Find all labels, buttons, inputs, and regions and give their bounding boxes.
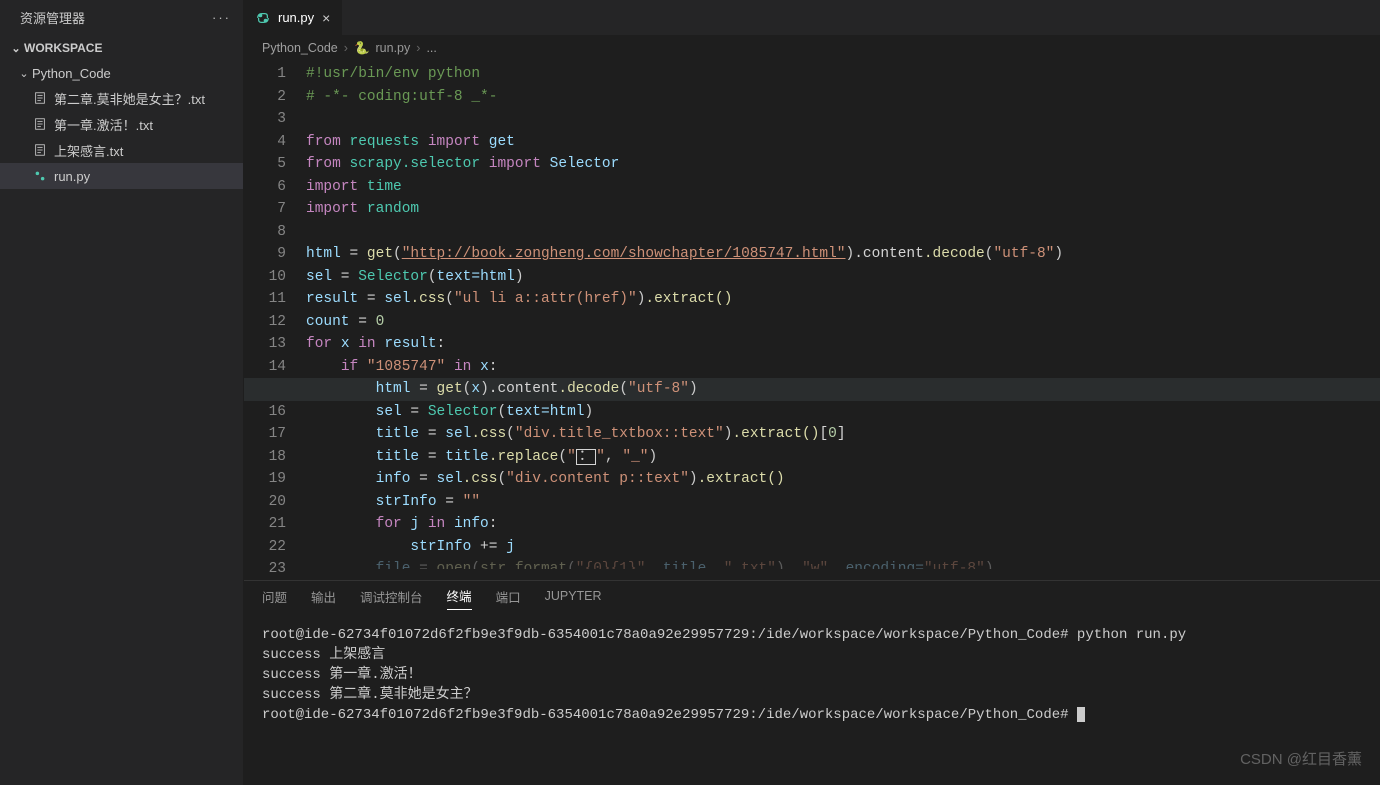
breadcrumb[interactable]: Python_Code › 🐍 run.py › ...: [244, 35, 1380, 61]
tab-label: run.py: [278, 10, 314, 25]
folder-label: Python_Code: [32, 66, 111, 81]
more-actions-icon[interactable]: ···: [212, 10, 231, 25]
text-file-icon: [32, 143, 48, 157]
bottom-panel: 问题 输出 调试控制台 终端 端口 JUPYTER root@ide-62734…: [244, 580, 1380, 785]
file-label: 上架感言.txt: [54, 141, 123, 160]
file-item[interactable]: 第一章.激活！.txt: [0, 111, 243, 137]
tab-problems[interactable]: 问题: [262, 587, 287, 610]
tab-output[interactable]: 输出: [311, 587, 336, 610]
tab-ports[interactable]: 端口: [496, 587, 521, 610]
tab-terminal[interactable]: 终端: [447, 586, 472, 610]
breadcrumb-item[interactable]: run.py: [376, 41, 411, 55]
main-area: run.py × Python_Code › 🐍 run.py › ... 12…: [244, 0, 1380, 785]
tab-jupyter[interactable]: JUPYTER: [545, 589, 602, 607]
file-item[interactable]: 上架感言.txt: [0, 137, 243, 163]
python-file-icon: 🐍: [354, 41, 370, 56]
file-label: 第二章.莫非她是女主？.txt: [54, 89, 205, 108]
folder-python-code[interactable]: ⌄ Python_Code: [0, 61, 243, 85]
editor-tabs: run.py ×: [244, 0, 1380, 35]
code-editor[interactable]: 1234567891011121314151617181920212223 #!…: [244, 61, 1380, 580]
line-number-gutter: 1234567891011121314151617181920212223: [244, 61, 304, 580]
chevron-right-icon: ›: [344, 41, 348, 55]
explorer-sidebar: 资源管理器 ··· ⌄ WORKSPACE ⌄ Python_Code 第二章.…: [0, 0, 244, 785]
python-file-icon: [32, 169, 48, 183]
text-file-icon: [32, 91, 48, 105]
python-file-icon: [256, 11, 270, 25]
breadcrumb-item[interactable]: Python_Code: [262, 41, 338, 55]
file-label: run.py: [54, 169, 90, 184]
file-item[interactable]: 第二章.莫非她是女主？.txt: [0, 85, 243, 111]
file-label: 第一章.激活！.txt: [54, 115, 153, 134]
close-icon[interactable]: ×: [322, 10, 330, 26]
file-item[interactable]: run.py: [0, 163, 243, 189]
explorer-title-row: 资源管理器 ···: [0, 0, 243, 35]
text-file-icon: [32, 117, 48, 131]
breadcrumb-item[interactable]: ...: [426, 41, 436, 55]
workspace-section[interactable]: ⌄ WORKSPACE: [0, 35, 243, 61]
tab-run-py[interactable]: run.py ×: [244, 0, 343, 35]
tab-debug-console[interactable]: 调试控制台: [360, 587, 423, 610]
workspace-label: WORKSPACE: [24, 41, 102, 55]
panel-tabs: 问题 输出 调试控制台 终端 端口 JUPYTER: [244, 581, 1380, 615]
chevron-down-icon: ⌄: [8, 42, 24, 55]
code-content[interactable]: #!usr/bin/env python# -*- coding:utf-8 _…: [304, 61, 1380, 580]
explorer-title: 资源管理器: [20, 8, 85, 27]
terminal-output[interactable]: root@ide-62734f01072d6f2fb9e3f9db-635400…: [244, 615, 1380, 785]
watermark: CSDN @红目香薰: [1240, 748, 1362, 769]
chevron-down-icon: ⌄: [16, 67, 32, 80]
chevron-right-icon: ›: [416, 41, 420, 55]
